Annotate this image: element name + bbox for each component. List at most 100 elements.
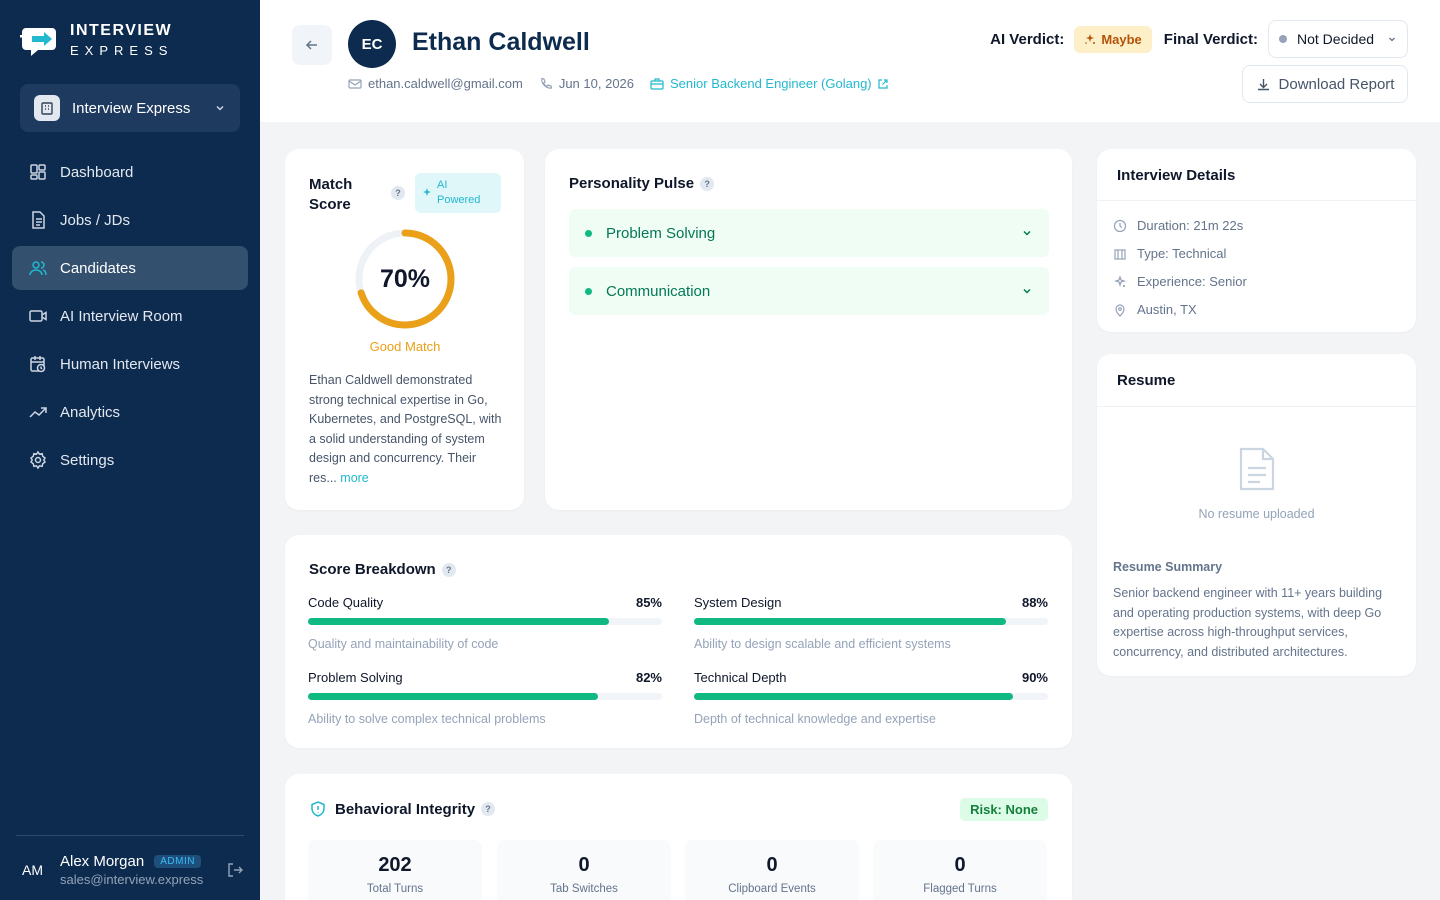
progress-track: [694, 618, 1048, 625]
sidebar: INTERVIEW EXPRESS Interview Express Dash…: [0, 0, 260, 900]
stat-label: Flagged Turns: [923, 883, 997, 895]
stat-label: Clipboard Events: [728, 883, 816, 895]
nav-item-analytics[interactable]: Analytics: [12, 390, 248, 434]
arrow-left-icon: [305, 40, 317, 50]
status-dot: [585, 229, 592, 237]
user-name: Alex Morgan: [60, 853, 145, 870]
candidate-name: Ethan Caldwell: [412, 28, 590, 56]
brand-logo[interactable]: INTERVIEW EXPRESS: [20, 22, 173, 58]
candidate-header: EC Ethan Caldwell ethan.caldwell@gmail.c…: [260, 0, 1440, 122]
score-breakdown-card: Score Breakdown ? Code Quality 85% Qualit…: [285, 535, 1072, 748]
role-badge: ADMIN: [154, 855, 201, 868]
stat-value: 0: [766, 854, 778, 876]
metric-problem-solving: Problem Solving 82% Ability to solve comp…: [308, 670, 662, 726]
nav-item-ai-interview-room[interactable]: AI Interview Room: [12, 294, 248, 338]
personality-item[interactable]: Communication: [569, 267, 1049, 315]
download-report-button[interactable]: Download Report: [1242, 65, 1408, 103]
video-icon: [29, 310, 47, 322]
location-icon: [1115, 303, 1125, 317]
job-link[interactable]: Senior Backend Engineer (Golang): [650, 76, 894, 91]
avatar: AM: [22, 862, 43, 878]
document-icon: [32, 211, 45, 229]
more-link[interactable]: more: [340, 471, 368, 485]
help-icon[interactable]: ?: [441, 562, 456, 577]
resume-summary-title: Resume Summary: [1113, 560, 1223, 574]
detail-text: Duration: 21m 22s: [1137, 218, 1244, 233]
download-label: Download Report: [1278, 75, 1395, 93]
interview-details-title: Interview Details: [1117, 167, 1236, 184]
candidate-avatar: EC: [348, 20, 396, 68]
progress-fill: [308, 618, 609, 625]
org-switcher[interactable]: Interview Express: [20, 84, 240, 132]
org-switcher-label: Interview Express: [72, 99, 191, 117]
ai-verdict-label: AI Verdict:: [990, 30, 1065, 48]
help-icon[interactable]: ?: [481, 802, 496, 816]
progress-fill: [694, 618, 1006, 625]
nav-label: Jobs / JDs: [60, 211, 131, 229]
behavioral-integrity-card: Behavioral Integrity ? Risk: None 202 To…: [285, 774, 1072, 900]
nav-label: Settings: [60, 451, 115, 469]
stat-value: 0: [954, 854, 966, 876]
progress-fill: [694, 693, 1013, 700]
building-icon: [1114, 248, 1126, 260]
chevron-down-icon: [1389, 37, 1395, 42]
personality-item[interactable]: Problem Solving: [569, 209, 1049, 257]
metric-percent: 90%: [1021, 670, 1048, 685]
personality-pulse-card: Personality Pulse ? Problem Solving Comm…: [545, 149, 1072, 510]
chevron-down-icon: [1023, 288, 1031, 294]
detail-type: Type: Technical: [1113, 246, 1226, 261]
metric-description: Depth of technical knowledge and experti…: [694, 712, 936, 726]
metric-name: System Design: [694, 595, 782, 610]
nav-label: Human Interviews: [60, 355, 181, 373]
sparkle-icon: [1114, 274, 1126, 287]
user-email: sales@interview.express: [60, 872, 204, 887]
detail-experience: Experience: Senior: [1113, 274, 1247, 289]
mail-icon: [348, 78, 362, 89]
nav-item-jobs[interactable]: Jobs / JDs: [12, 198, 248, 242]
shield-icon: [311, 801, 325, 817]
stat-value: 202: [378, 854, 412, 876]
phone-icon: [541, 77, 553, 89]
nav-item-dashboard[interactable]: Dashboard: [12, 150, 248, 194]
verdict-row: AI Verdict: Maybe Final Verdict: Not Dec…: [990, 20, 1408, 58]
help-icon[interactable]: ?: [700, 176, 715, 191]
sidebar-divider: [16, 835, 244, 836]
help-icon[interactable]: ?: [391, 186, 405, 200]
metric-description: Ability to design scalable and efficient…: [694, 637, 951, 651]
download-icon: [1257, 78, 1269, 90]
back-button[interactable]: [292, 25, 332, 65]
external-link-icon: [878, 78, 888, 89]
briefcase-icon: [650, 77, 664, 90]
metric-code-quality: Code Quality 85% Quality and maintainabil…: [308, 595, 662, 651]
brand-line2: EXPRESS: [70, 43, 174, 58]
match-summary-text: Ethan Caldwell demonstrated strong techn…: [309, 373, 502, 485]
resume-summary: Senior backend engineer with 11+ years b…: [1113, 586, 1383, 659]
trend-icon: [29, 407, 47, 418]
personality-title: Personality Pulse: [569, 175, 695, 192]
stat-tab-switches: 0 Tab Switches: [497, 840, 671, 900]
metric-percent: 82%: [635, 670, 662, 685]
final-verdict-label: Final Verdict:: [1163, 30, 1258, 48]
interview-details-card: Interview Details Duration: 21m 22s Type…: [1097, 149, 1416, 332]
dashboard-icon: [30, 164, 46, 180]
user-profile: AM Alex Morgan ADMIN sales@interview.exp…: [0, 840, 260, 900]
metric-description: Quality and maintainability of code: [308, 637, 499, 651]
resume-title: Resume: [1117, 372, 1176, 389]
nav-item-human-interviews[interactable]: Human Interviews: [12, 342, 248, 386]
match-rating: Good Match: [369, 339, 441, 354]
brand-line1: INTERVIEW: [70, 22, 173, 39]
metric-percent: 85%: [635, 595, 662, 610]
users-icon: [29, 261, 47, 276]
stat-total-turns: 202 Total Turns: [308, 840, 482, 900]
nav-item-settings[interactable]: Settings: [12, 438, 248, 482]
ai-verdict-badge: Maybe: [1074, 25, 1152, 53]
final-verdict-select[interactable]: Not Decided: [1268, 20, 1408, 58]
stat-value: 0: [578, 854, 590, 876]
nav-item-candidates[interactable]: Candidates: [12, 246, 248, 290]
chevron-down-icon: [216, 105, 224, 111]
logout-icon[interactable]: [226, 861, 244, 879]
metric-name: Technical Depth: [694, 670, 787, 685]
detail-location: Austin, TX: [1113, 302, 1197, 317]
metric-description: Ability to solve complex technical probl…: [308, 712, 546, 726]
nav-label: Analytics: [60, 403, 121, 421]
